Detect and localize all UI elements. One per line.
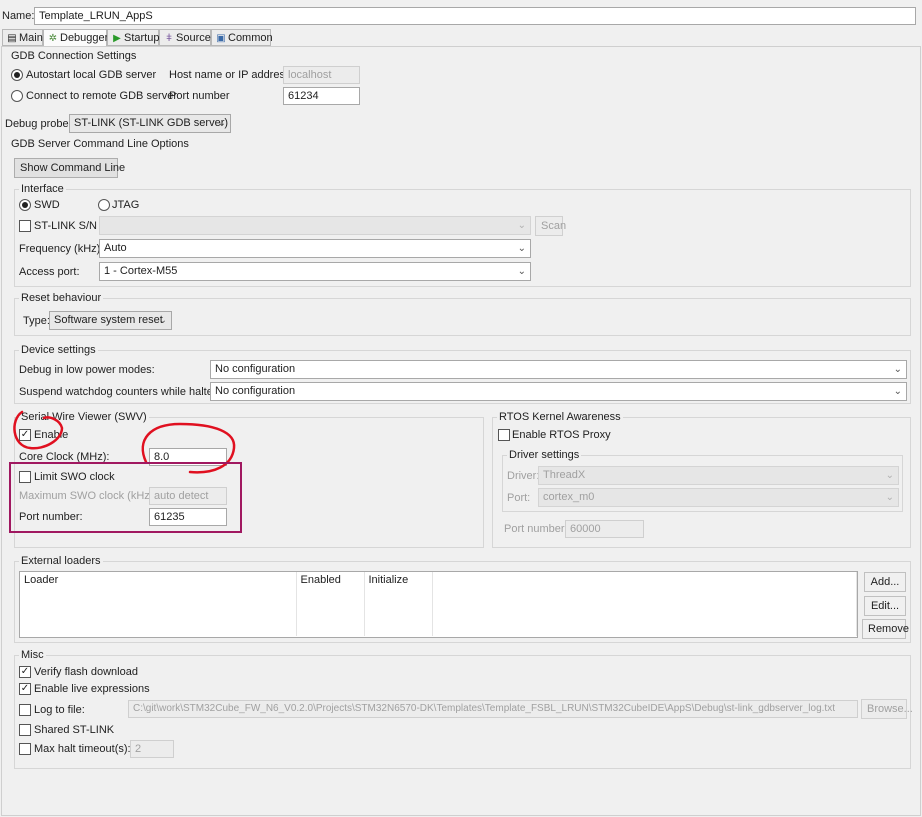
annotation-box-swo <box>9 462 242 533</box>
annotation-overlay <box>13 410 236 474</box>
annotation-circle-enable <box>13 410 64 450</box>
